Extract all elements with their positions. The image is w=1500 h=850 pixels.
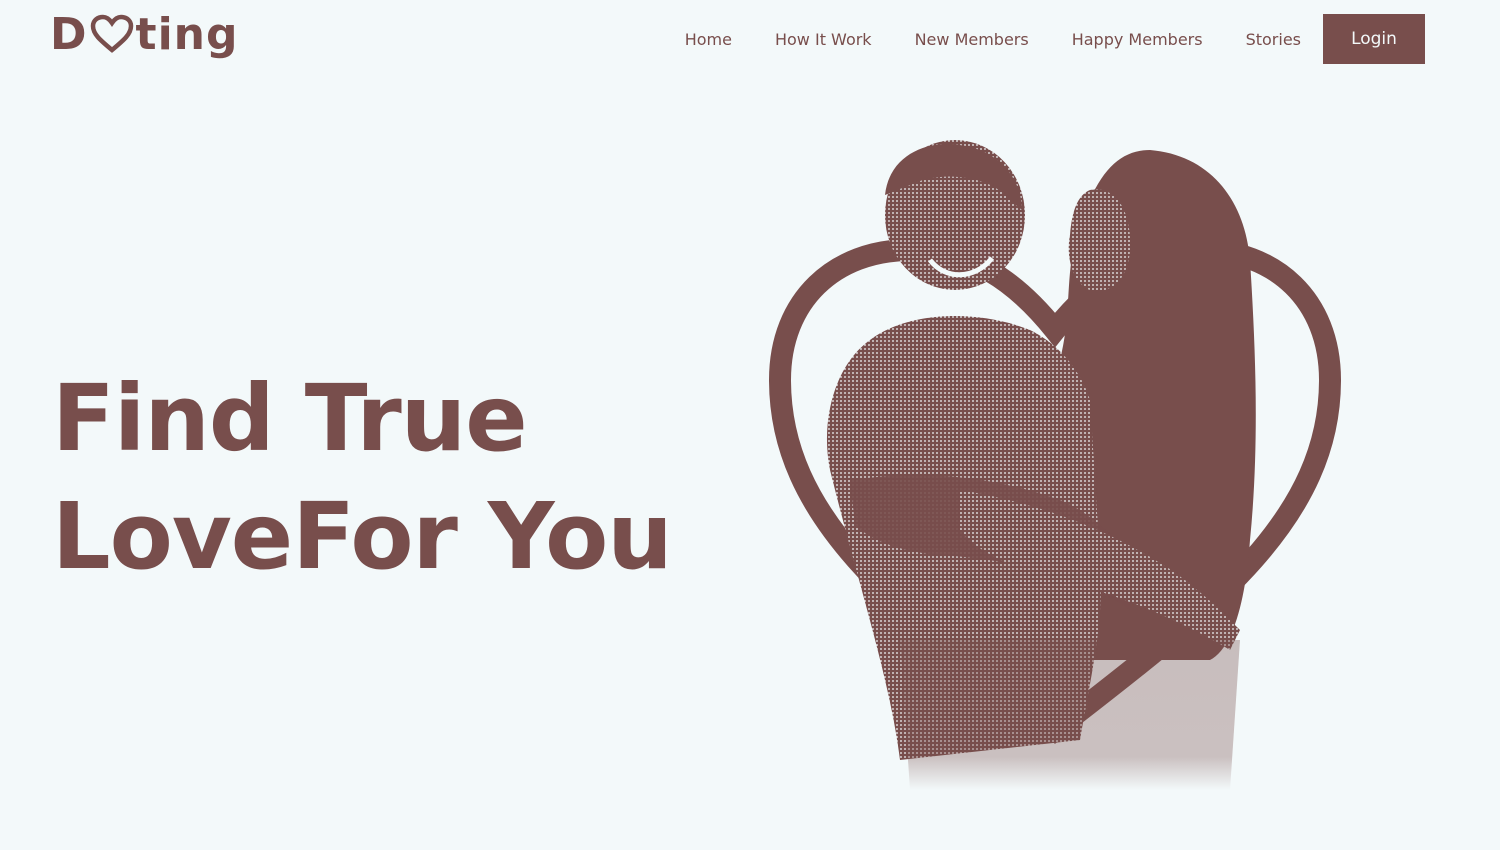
hero-title-line-1: Find True	[52, 365, 528, 472]
nav-home[interactable]: Home	[685, 30, 732, 49]
logo-word: ting	[135, 8, 239, 60]
main-nav: Home How It Work New Members Happy Membe…	[685, 14, 1425, 64]
nav-stories[interactable]: Stories	[1246, 30, 1301, 49]
nav-happy-members[interactable]: Happy Members	[1072, 30, 1203, 49]
nav-how-it-work[interactable]: How It Work	[775, 30, 872, 49]
nav-new-members[interactable]: New Members	[915, 30, 1029, 49]
logo-letter-d: D	[50, 8, 88, 60]
couple-heart-illustration	[760, 140, 1350, 800]
hero-title-line-2: LoveFor You	[52, 483, 673, 590]
site-logo[interactable]: D ting	[50, 6, 238, 62]
login-button[interactable]: Login	[1323, 14, 1425, 64]
hero-title: Find True LoveFor You	[52, 360, 673, 596]
heart-icon	[90, 14, 134, 54]
